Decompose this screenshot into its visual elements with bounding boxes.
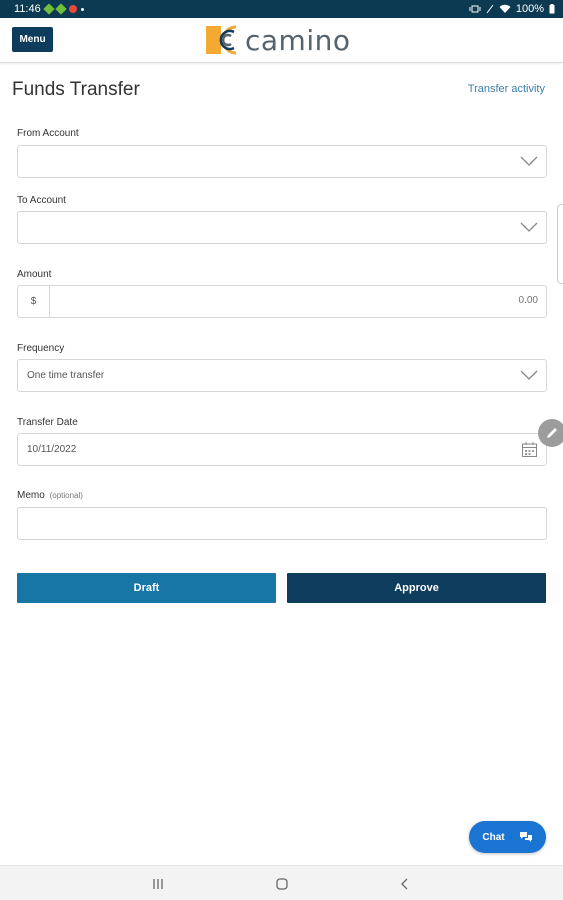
camino-logo-mark-icon <box>206 25 237 55</box>
chat-label: Chat <box>482 831 505 843</box>
memo-optional-hint: (optional) <box>49 491 83 500</box>
amount-label: Amount <box>17 269 52 280</box>
to-account-label: To Account <box>17 195 66 206</box>
recent-apps-icon <box>153 879 163 889</box>
chevron-down-icon <box>520 156 538 166</box>
home-icon <box>276 878 288 890</box>
chat-bubbles-icon <box>519 832 532 842</box>
funds-transfer-screen: 11:46 100% Menu camino Funds Transfer Tr… <box>0 0 563 900</box>
wifi-icon <box>499 4 511 13</box>
frequency-select[interactable]: One time transfer <box>17 359 547 392</box>
recent-apps-button[interactable] <box>149 875 167 893</box>
status-left: 11:46 <box>14 3 84 15</box>
no-sim-icon <box>486 4 494 14</box>
currency-prefix: $ <box>18 286 50 317</box>
to-account-select[interactable] <box>17 211 547 244</box>
from-account-label: From Account <box>17 128 79 139</box>
back-button[interactable] <box>396 875 414 893</box>
notification-icon <box>55 3 67 15</box>
more-notifications-icon <box>80 7 84 11</box>
battery-percent: 100% <box>515 3 544 15</box>
transfer-activity-link[interactable]: Transfer activity <box>468 83 545 95</box>
amount-field[interactable]: $ 0.00 <box>17 285 547 318</box>
vibrate-icon <box>469 5 481 13</box>
transfer-date-field[interactable]: 10/11/2022 <box>17 433 547 466</box>
pencil-icon <box>547 428 557 438</box>
home-button[interactable] <box>273 875 291 893</box>
edit-floating-button[interactable] <box>538 419 563 447</box>
status-bar: 11:46 100% <box>0 0 563 18</box>
notification-icon <box>43 3 55 15</box>
approve-button[interactable]: Approve <box>287 573 546 603</box>
chrome-icon <box>68 5 77 13</box>
back-icon <box>401 878 408 890</box>
frequency-label: Frequency <box>17 343 65 354</box>
chevron-down-icon <box>520 222 538 232</box>
chat-button[interactable]: Chat <box>469 821 546 853</box>
page-title: Funds Transfer <box>12 79 140 100</box>
camino-logo[interactable]: camino <box>206 23 350 57</box>
amount-input[interactable]: 0.00 <box>519 295 538 306</box>
memo-input[interactable] <box>17 507 547 540</box>
status-time: 11:46 <box>14 3 41 15</box>
transfer-date-value: 10/11/2022 <box>27 444 77 455</box>
brand-name: camino <box>245 23 351 57</box>
menu-button[interactable]: Menu <box>12 27 53 52</box>
battery-icon <box>549 4 555 14</box>
memo-label-text: Memo <box>17 490 45 501</box>
frequency-value: One time transfer <box>27 370 105 381</box>
memo-label: Memo (optional) <box>17 490 83 501</box>
draft-button[interactable]: Draft <box>17 573 276 603</box>
status-right: 100% <box>469 3 555 15</box>
app-header: Menu camino <box>0 18 563 63</box>
transfer-date-label: Transfer Date <box>17 417 78 428</box>
from-account-select[interactable] <box>17 145 547 178</box>
chevron-down-icon <box>520 370 538 380</box>
calendar-icon[interactable] <box>521 441 538 458</box>
android-nav-bar <box>0 865 563 900</box>
edge-panel-handle[interactable] <box>557 204 563 284</box>
